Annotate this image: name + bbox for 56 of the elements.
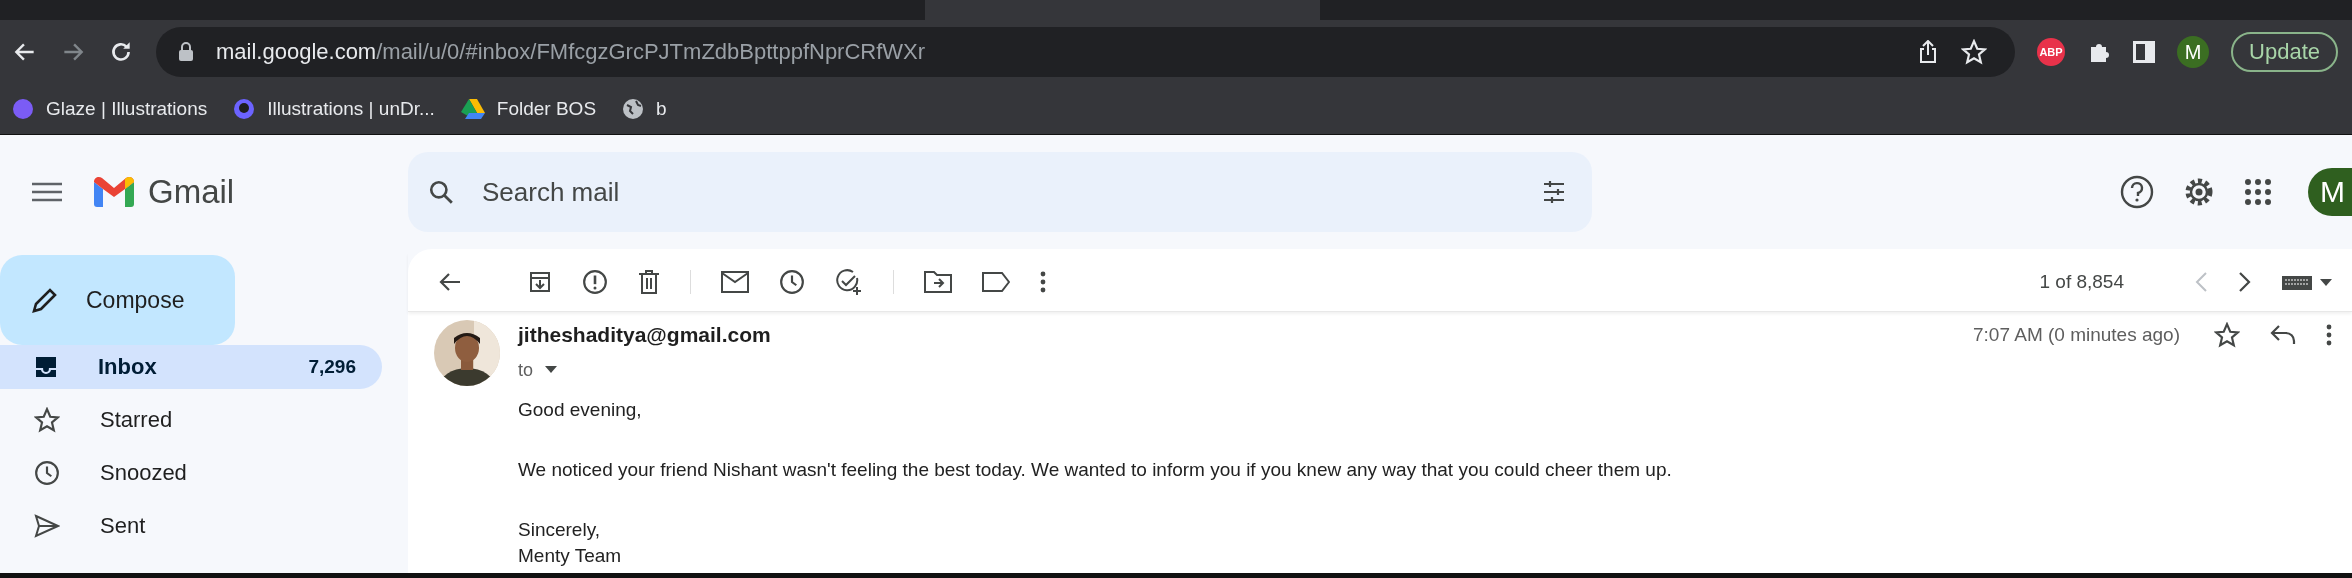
search-icon: [428, 179, 454, 205]
send-icon: [34, 514, 60, 538]
bookmark[interactable]: Glaze | Illustrations: [12, 98, 208, 120]
globe-icon: [622, 98, 645, 120]
account-avatar[interactable]: M: [2308, 168, 2352, 216]
keyboard-icon[interactable]: [2282, 274, 2332, 290]
label-icon[interactable]: [982, 272, 1010, 292]
avatar-icon: [233, 98, 256, 120]
help-icon[interactable]: [2120, 175, 2154, 209]
add-task-icon[interactable]: [835, 269, 863, 295]
gmail-logo-icon: [94, 177, 134, 207]
menu-icon[interactable]: [32, 182, 62, 202]
message-time: 7:07 AM (0 minutes ago): [1973, 324, 2180, 346]
clock-icon: [34, 460, 60, 486]
mail-icon[interactable]: [721, 271, 749, 293]
bookmark[interactable]: Illustrations | unDr...: [233, 98, 435, 120]
drive-icon: [460, 98, 485, 120]
closing-line: Sincerely,: [518, 518, 601, 542]
update-button[interactable]: Update: [2231, 32, 2338, 72]
sender-email: jitheshaditya@gmail.com: [518, 323, 771, 347]
circle-icon: [12, 98, 34, 120]
message-paragraph: We noticed your friend Nishant wasn't feeling the best today. We wanted to inform you if you knew any way that you could cheer them up.: [518, 458, 1673, 482]
archive-icon[interactable]: [528, 270, 552, 294]
address-bar[interactable]: mail.google.com/mail/u/0/#inbox/FMfcgzGrcPJTmZdbBpttppfNprCRfWXr: [156, 27, 2016, 77]
chevron-right-icon[interactable]: [2238, 271, 2252, 293]
nav-item[interactable]: Starred: [0, 398, 382, 442]
bookmark[interactable]: b: [622, 98, 667, 120]
bookmark[interactable]: Folder BOS: [460, 98, 597, 120]
extension-badge[interactable]: ABP: [2037, 38, 2066, 66]
message-paragraph: Good evening,: [518, 398, 643, 422]
search-field[interactable]: Search mail: [480, 175, 1516, 209]
apps-icon[interactable]: [2244, 178, 2272, 206]
signature: Menty Team: [518, 544, 623, 568]
folder-icon[interactable]: [924, 271, 952, 293]
lock-icon: [178, 42, 194, 62]
filter-icon[interactable]: [1542, 180, 1566, 204]
trash-icon[interactable]: [638, 270, 660, 294]
nav-item[interactable]: Inbox 7,296: [0, 345, 382, 389]
star-icon[interactable]: [2214, 322, 2240, 348]
page-count: 1 of 8,854: [2039, 271, 2124, 293]
sidepanel-icon[interactable]: [2133, 41, 2156, 63]
clock-icon[interactable]: [779, 269, 805, 295]
inbox-icon: [34, 355, 58, 379]
star-icon: [34, 407, 60, 433]
search-bar[interactable]: Search mail: [408, 152, 1592, 232]
more-icon[interactable]: [2326, 324, 2332, 346]
nav-item[interactable]: Sent: [0, 504, 382, 548]
app-title: Gmail: [148, 173, 235, 211]
recipients-toggle[interactable]: to: [518, 356, 557, 384]
alert-icon[interactable]: [582, 269, 608, 295]
reply-icon[interactable]: [2270, 324, 2296, 346]
nav-item[interactable]: Snoozed: [0, 451, 382, 495]
caret-icon: [545, 366, 557, 374]
compose-button[interactable]: Compose: [0, 255, 235, 345]
more-icon[interactable]: [1040, 271, 1046, 293]
profile-avatar[interactable]: M: [2177, 36, 2210, 68]
